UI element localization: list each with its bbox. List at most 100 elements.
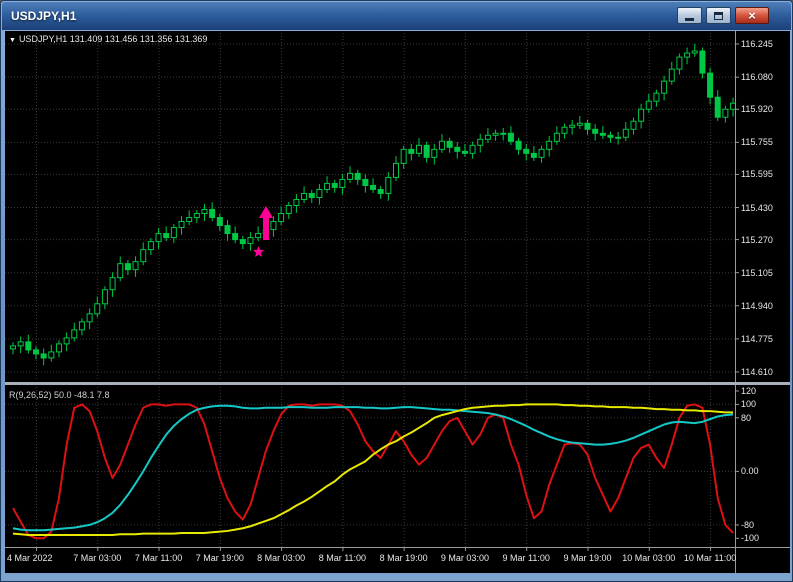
time-axis-label: 10 Mar 03:00 <box>622 553 676 563</box>
candle <box>147 241 154 251</box>
buy-arrow-icon <box>258 205 273 245</box>
candle <box>17 341 24 347</box>
candle <box>40 353 47 359</box>
indicator-label: R(9,26,52) 50.0 -48.1 7.8 <box>9 390 110 400</box>
candle <box>515 140 522 150</box>
candle <box>438 140 445 150</box>
candle <box>484 134 491 140</box>
candle <box>615 136 622 139</box>
price-axis-label: 115.270 <box>741 234 773 245</box>
maximize-icon <box>714 11 723 20</box>
price-axis-label: 115.755 <box>741 137 773 148</box>
candle <box>393 162 399 178</box>
indicator-axis-label: 120 <box>741 386 757 396</box>
candle <box>676 56 683 70</box>
close-button[interactable]: × <box>735 7 769 24</box>
candle <box>730 102 737 110</box>
candle <box>400 148 407 164</box>
candle <box>71 329 78 339</box>
candle <box>530 152 537 158</box>
candle <box>331 182 338 188</box>
candle <box>714 96 721 118</box>
window-title: USDJPY,H1 <box>11 9 77 23</box>
mt4-chart-window: USDJPY,H1 × ▼ USDJPY,H1 131.409 131.456 1… <box>0 0 793 582</box>
candle <box>78 321 85 331</box>
candle <box>232 233 239 241</box>
price-axis-label: 114.940 <box>741 300 773 311</box>
candle <box>324 182 331 190</box>
candle <box>293 198 300 206</box>
candle <box>63 337 70 345</box>
candle <box>301 192 308 200</box>
candle <box>193 213 200 219</box>
candle <box>423 144 430 158</box>
candle <box>599 132 606 136</box>
candle <box>377 188 384 194</box>
chart-symbol-label: ▼ USDJPY,H1 131.409 131.456 131.356 131.3… <box>9 34 207 44</box>
candle <box>645 100 652 110</box>
candle <box>132 261 139 271</box>
candle <box>592 128 599 134</box>
candle <box>224 225 231 235</box>
candle <box>538 148 545 158</box>
candle <box>285 204 292 215</box>
price-axis-label: 116.080 <box>741 72 773 83</box>
price-axis-label: 115.595 <box>741 169 773 180</box>
candle <box>362 178 369 186</box>
candle <box>607 134 614 138</box>
candle <box>216 217 223 227</box>
time-axis-label: 7 Mar 19:00 <box>195 553 244 563</box>
candle <box>546 140 553 150</box>
indicator-axis-label: -80 <box>741 519 755 530</box>
candles-group <box>10 43 737 366</box>
maximize-button[interactable] <box>706 7 731 24</box>
candle <box>239 239 246 245</box>
candle <box>553 132 560 142</box>
signal-star-icon <box>252 244 264 262</box>
candle <box>186 217 193 223</box>
candle <box>477 138 484 146</box>
candle <box>653 92 660 102</box>
candle <box>523 148 530 154</box>
time-axis-label: 8 Mar 11:00 <box>318 553 367 563</box>
candle <box>684 52 691 58</box>
price-axis-label: 115.105 <box>741 267 773 278</box>
candle <box>354 172 361 180</box>
candle <box>10 345 16 350</box>
chart-canvas <box>5 31 790 573</box>
time-axis-label: 10 Mar 11:00 <box>683 553 737 563</box>
candle <box>209 209 216 219</box>
candle <box>55 343 62 353</box>
title-bar[interactable]: USDJPY,H1 × <box>2 2 791 30</box>
candle <box>370 184 377 190</box>
indicator-line-fast-9 <box>12 403 734 540</box>
candle <box>584 122 591 130</box>
pane-separator[interactable] <box>5 382 790 385</box>
candle <box>668 68 675 82</box>
ohlc-label: USDJPY,H1 131.409 131.456 131.356 131.36… <box>18 34 208 44</box>
price-axis-label: 115.920 <box>741 104 773 115</box>
time-axis-label: 8 Mar 19:00 <box>379 553 428 563</box>
candle <box>507 132 514 142</box>
candle <box>25 341 32 351</box>
chevron-down-icon[interactable]: ▼ <box>9 37 16 44</box>
candle <box>408 148 415 154</box>
window-controls: × <box>677 7 769 24</box>
candle <box>561 126 568 134</box>
candle <box>163 233 170 239</box>
candle <box>178 221 185 229</box>
candle <box>722 108 729 118</box>
indicator-axis-label: 0.00 <box>741 466 759 477</box>
minimize-button[interactable] <box>677 7 702 24</box>
candle <box>347 172 354 180</box>
candle <box>32 349 39 355</box>
chart-area[interactable]: ▼ USDJPY,H1 131.409 131.456 131.356 131.3… <box>5 31 790 573</box>
candle <box>155 233 162 243</box>
candle <box>446 140 453 148</box>
time-axis-label: 9 Mar 11:00 <box>502 553 550 563</box>
candle <box>170 227 177 239</box>
price-axis-label: 114.610 <box>741 366 773 377</box>
candle <box>461 150 468 154</box>
indicator-axis-label: 80 <box>741 412 752 423</box>
candle <box>339 178 346 188</box>
